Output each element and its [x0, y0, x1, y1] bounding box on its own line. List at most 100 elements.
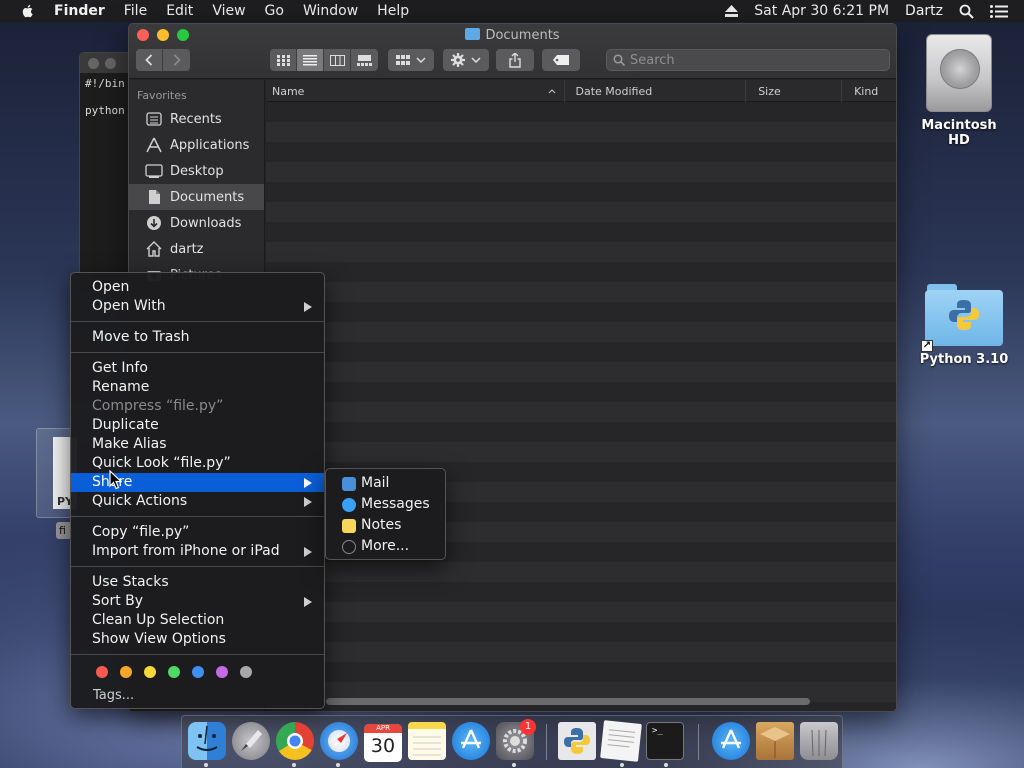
- column-size[interactable]: Size: [746, 80, 843, 102]
- dock-terminal[interactable]: >_: [646, 722, 684, 760]
- menu-item-move-to-trash[interactable]: Move to Trash: [71, 328, 324, 347]
- share-item-more[interactable]: More...: [326, 536, 445, 557]
- spotlight-search-icon[interactable]: [959, 4, 974, 19]
- menu-help[interactable]: Help: [377, 3, 409, 19]
- menu-item-label: Import from iPhone or iPad: [92, 543, 280, 559]
- dock-launchpad[interactable]: [232, 722, 270, 760]
- sidebar-item-documents[interactable]: Documents: [129, 184, 264, 210]
- menu-go[interactable]: Go: [265, 3, 284, 19]
- sidebar-item-desktop[interactable]: Desktop: [129, 158, 264, 184]
- menu-item-label: Rename: [92, 379, 150, 395]
- icon-view-button[interactable]: [270, 49, 297, 71]
- menu-item-make-alias[interactable]: Make Alias: [71, 435, 324, 454]
- menu-item-sort-by[interactable]: Sort By: [71, 592, 324, 611]
- column-kind-label: Kind: [854, 84, 879, 98]
- share-item-mail[interactable]: Mail: [326, 473, 445, 494]
- menu-item-clean-up-selection[interactable]: Clean Up Selection: [71, 611, 324, 630]
- menu-window[interactable]: Window: [303, 3, 358, 19]
- dock-trash[interactable]: [800, 722, 838, 760]
- tag-green[interactable]: [168, 666, 180, 678]
- dock-calendar[interactable]: APR 30: [364, 724, 402, 762]
- apple-icon[interactable]: [20, 3, 36, 19]
- menu-item-rename[interactable]: Rename: [71, 378, 324, 397]
- file-list[interactable]: Name Date Modified Size Kind: [266, 80, 896, 711]
- file-list-rows[interactable]: [266, 102, 896, 711]
- search-input[interactable]: [630, 52, 870, 68]
- menu-item-quick-actions[interactable]: Quick Actions: [71, 492, 324, 511]
- desktop-icon-macintosh-hd[interactable]: Macintosh HD: [910, 34, 1008, 148]
- dock-running-indicator: [620, 763, 624, 767]
- dock-installer-package[interactable]: [756, 722, 794, 760]
- menu-item-copy[interactable]: Copy “file.py”: [71, 523, 324, 542]
- folder-icon: [465, 28, 481, 40]
- dock-python-launcher[interactable]: [558, 722, 596, 760]
- dock-textedit[interactable]: [600, 720, 642, 762]
- menu-item-get-info[interactable]: Get Info: [71, 359, 324, 378]
- menu-item-show-view-options[interactable]: Show View Options: [71, 630, 324, 649]
- dock-running-indicator: [336, 763, 340, 767]
- search-field[interactable]: [606, 49, 890, 71]
- app-store-icon: [461, 729, 481, 749]
- menu-item-label: Use Stacks: [92, 574, 169, 590]
- columns-icon: [329, 54, 345, 66]
- eject-icon[interactable]: [725, 5, 739, 17]
- share-item-notes[interactable]: Notes: [326, 515, 445, 536]
- dock-app-store[interactable]: [452, 722, 490, 760]
- menu-file[interactable]: File: [124, 3, 147, 19]
- gear-icon: [451, 53, 465, 67]
- dock-safari[interactable]: [320, 722, 358, 760]
- tag-orange[interactable]: [120, 666, 132, 678]
- sidebar-section-favorites: Favorites: [137, 89, 187, 102]
- menu-item-compress[interactable]: Compress “file.py”: [71, 397, 324, 416]
- sidebar-item-downloads[interactable]: Downloads: [129, 210, 264, 236]
- tag-icon: [553, 55, 569, 65]
- dock-notes[interactable]: [408, 722, 446, 760]
- share-item-messages[interactable]: Messages: [326, 494, 445, 515]
- menu-app-finder[interactable]: Finder: [54, 3, 105, 19]
- alias-arrow-icon: ↗: [921, 340, 933, 352]
- terminal-minimize-button[interactable]: [105, 57, 116, 69]
- dock-finder[interactable]: [188, 722, 226, 760]
- tag-blue[interactable]: [192, 666, 204, 678]
- tag-gray[interactable]: [240, 666, 252, 678]
- menu-edit[interactable]: Edit: [166, 3, 193, 19]
- dock-applications-folder[interactable]: [712, 722, 750, 760]
- dock-chrome[interactable]: [276, 722, 314, 760]
- tag-red[interactable]: [96, 666, 108, 678]
- menu-item-open[interactable]: Open: [71, 278, 324, 297]
- menu-clock[interactable]: Sat Apr 30 6:21 PM: [754, 3, 889, 19]
- edit-tags-button[interactable]: [542, 49, 580, 71]
- terminal-close-button[interactable]: [88, 57, 99, 69]
- gallery-view-button[interactable]: [351, 49, 378, 71]
- column-view-button[interactable]: [324, 49, 351, 71]
- sidebar-item-applications[interactable]: Applications: [129, 132, 264, 158]
- notification-center-icon[interactable]: [990, 4, 1008, 18]
- tag-purple[interactable]: [216, 666, 228, 678]
- menu-item-use-stacks[interactable]: Use Stacks: [71, 573, 324, 592]
- column-date-modified[interactable]: Date Modified: [565, 80, 747, 102]
- desktop-icon-python[interactable]: ↗ Python 3.10: [917, 284, 1011, 367]
- mail-icon: [342, 477, 356, 491]
- forward-button[interactable]: [163, 49, 190, 71]
- group-by-button[interactable]: [388, 49, 434, 71]
- back-button[interactable]: [136, 49, 163, 71]
- share-button[interactable]: [496, 49, 534, 71]
- list-view-button[interactable]: [297, 49, 324, 71]
- column-name[interactable]: Name: [266, 80, 565, 102]
- menu-view[interactable]: View: [212, 3, 245, 19]
- menu-item-duplicate[interactable]: Duplicate: [71, 416, 324, 435]
- python-folder-icon: ↗: [921, 284, 1003, 352]
- menu-item-open-with[interactable]: Open With: [71, 297, 324, 316]
- horizontal-scrollbar[interactable]: [326, 698, 810, 705]
- menu-item-label: Clean Up Selection: [92, 612, 225, 628]
- menu-user[interactable]: Dartz: [905, 3, 943, 19]
- sidebar-item-home[interactable]: dartz: [129, 236, 264, 262]
- menu-item-tags[interactable]: Tags...: [71, 686, 324, 705]
- tag-yellow[interactable]: [144, 666, 156, 678]
- column-kind[interactable]: Kind: [842, 80, 896, 102]
- menu-item-label: Copy “file.py”: [92, 524, 190, 540]
- sidebar-item-recents[interactable]: Recents: [129, 106, 264, 132]
- menu-item-import-from-iphone[interactable]: Import from iPhone or iPad: [71, 542, 324, 561]
- context-menu: Open Open With Move to Trash Get Info Re…: [70, 272, 325, 709]
- action-menu-button[interactable]: [443, 49, 489, 71]
